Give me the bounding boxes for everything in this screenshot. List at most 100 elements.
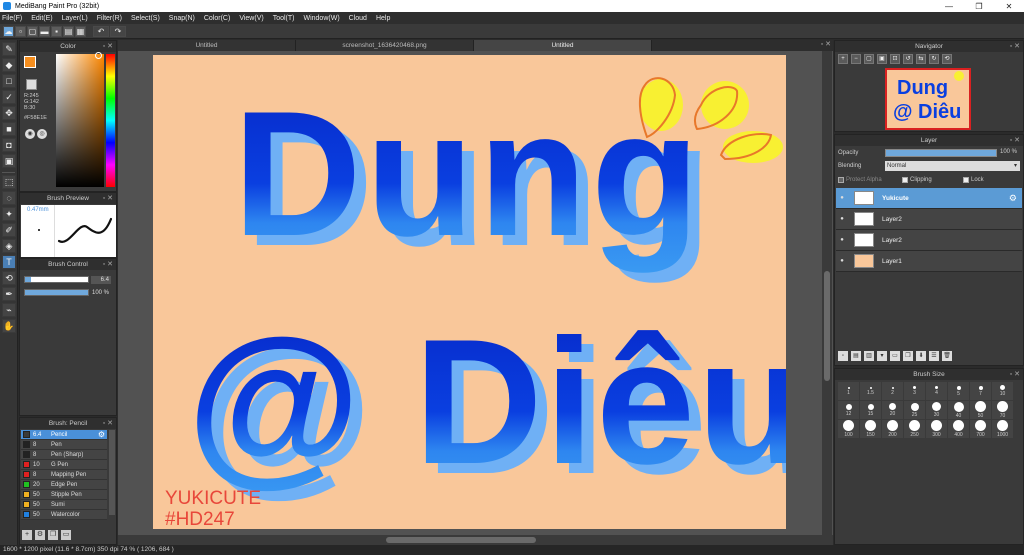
gear-icon[interactable]: ⚙ [98, 430, 105, 439]
tab-options-icon[interactable]: ▫ ✕ [821, 40, 831, 48]
flip-icon[interactable]: ⇆ [916, 54, 926, 64]
menu-window[interactable]: Window(W) [303, 15, 339, 22]
brush-size-option[interactable]: 2 [882, 382, 903, 400]
share-icon[interactable]: ▦ [75, 25, 86, 37]
clipping-checkbox[interactable]: Clipping [902, 177, 932, 183]
brush-size-value[interactable]: 6.4 [91, 276, 111, 284]
lock-checkbox[interactable]: Lock [963, 177, 984, 183]
hand-tool-icon[interactable]: ✋ [2, 319, 16, 333]
brush-tool-icon[interactable]: ✎ [2, 42, 16, 56]
brush-size-option[interactable]: 25 [904, 401, 925, 419]
menu-edit[interactable]: Edit(E) [31, 15, 52, 22]
operation-tool-icon[interactable]: ⟲ [2, 271, 16, 285]
brush-list-scrollbar[interactable] [109, 430, 115, 515]
select-eraser-icon[interactable]: ◈ [2, 239, 16, 253]
panel-options-icon[interactable]: ▫ ✕ [103, 41, 113, 52]
layer-folder-icon[interactable]: ▭ [890, 351, 900, 361]
panel-options-icon[interactable]: ▫ ✕ [103, 193, 113, 204]
panel-options-icon[interactable]: ▫ ✕ [103, 418, 113, 429]
layer-opacity-slider[interactable] [885, 149, 997, 157]
maximize-button[interactable]: ❐ [964, 2, 994, 11]
rotate-left-icon[interactable]: ↺ [903, 54, 913, 64]
menu-help[interactable]: Help [376, 15, 390, 22]
eye-icon[interactable]: ● [836, 258, 848, 264]
brush-size-option[interactable]: 50 [970, 401, 991, 419]
tab-untitled-1[interactable]: Untitled [118, 40, 296, 51]
redo-icon[interactable]: ↷ [110, 25, 126, 37]
brush-size-option[interactable]: 3 [904, 382, 925, 400]
move-tool-icon[interactable]: ✥ [2, 106, 16, 120]
eraser-tool-icon[interactable]: ◆ [2, 58, 16, 72]
zoom-out-icon[interactable]: − [851, 54, 861, 64]
marquee-tool-icon[interactable]: ⬚ [2, 175, 16, 189]
layer-settings-icon[interactable]: ☰ [929, 351, 939, 361]
brush-size-option[interactable]: 15 [860, 401, 881, 419]
brush-item[interactable]: 6.4 Pencil ⚙ [21, 430, 107, 440]
zoom-region-icon[interactable]: ⊡ [890, 54, 900, 64]
brush-size-option[interactable]: 20 [882, 401, 903, 419]
eye-icon[interactable]: ● [836, 216, 848, 222]
zoom-in-icon[interactable]: + [838, 54, 848, 64]
color-wheel-icon[interactable]: ◎ [37, 129, 47, 139]
menu-snap[interactable]: Snap(N) [169, 15, 195, 22]
cloud-icon[interactable]: ☁ [3, 25, 14, 37]
brush-size-option[interactable]: 200 [882, 420, 903, 438]
layer-row[interactable]: ● Layer1 [836, 251, 1022, 272]
menu-tool[interactable]: Tool(T) [273, 15, 295, 22]
brush-size-option[interactable]: 700 [970, 420, 991, 438]
add-brush-icon[interactable]: + [22, 530, 32, 540]
new-layer-icon[interactable]: ▫ [838, 351, 848, 361]
add-layer-menu-icon[interactable]: ▾ [877, 351, 887, 361]
palette-icon[interactable]: ◉ [25, 129, 35, 139]
brush-item[interactable]: 10 G Pen [21, 460, 107, 470]
lasso-tool-icon[interactable]: ◌ [2, 191, 16, 205]
brush-size-option[interactable]: 5 [948, 382, 969, 400]
tab-screenshot[interactable]: screenshot_1636420468.png [296, 40, 474, 51]
minimize-button[interactable]: — [934, 2, 964, 11]
brush-item[interactable]: 50 Sumi [21, 500, 107, 510]
brush-opacity-slider[interactable] [24, 289, 89, 296]
layer-row[interactable]: ● Yukicute ⚙ [836, 188, 1022, 209]
open-icon[interactable]: ▢ [27, 25, 38, 37]
menu-color[interactable]: Color(C) [204, 15, 230, 22]
dropper-icon[interactable]: ⌁ [2, 303, 16, 317]
new-halftone-layer-icon[interactable]: ▤ [851, 351, 861, 361]
panel-options-icon[interactable]: ▫ ✕ [1010, 41, 1020, 52]
gear-icon[interactable]: ⚙ [1009, 193, 1017, 204]
panel-options-icon[interactable]: ▫ ✕ [1010, 369, 1020, 380]
export-icon[interactable]: ▤ [63, 25, 74, 37]
new-8bit-layer-icon[interactable]: ▥ [864, 351, 874, 361]
bucket-tool-icon[interactable]: ◘ [2, 138, 16, 152]
new-file-icon[interactable]: ▫ [15, 25, 26, 37]
reset-rotation-icon[interactable]: ⟲ [942, 54, 952, 64]
tab-untitled-2[interactable]: Untitled [474, 40, 652, 51]
menu-layer[interactable]: Layer(L) [62, 15, 88, 22]
brush-item[interactable]: 50 Watercolor [21, 510, 107, 520]
select-check-icon[interactable]: ✓ [2, 90, 16, 104]
brush-settings-icon[interactable]: ⚙ [35, 530, 45, 540]
menu-filter[interactable]: Filter(R) [97, 15, 122, 22]
brush-size-option[interactable]: 40 [948, 401, 969, 419]
brush-size-option[interactable]: 7 [970, 382, 991, 400]
blending-select[interactable]: Normal ▾ [885, 161, 1020, 171]
menu-select[interactable]: Select(S) [131, 15, 160, 22]
horizontal-scrollbar[interactable] [118, 535, 833, 545]
shape-tool-icon[interactable]: □ [2, 74, 16, 88]
rotate-right-icon[interactable]: ↻ [929, 54, 939, 64]
layer-row[interactable]: ● Layer2 [836, 209, 1022, 230]
brush-size-option[interactable]: 10 [992, 382, 1013, 400]
brush-size-option[interactable]: 1 [838, 382, 859, 400]
brush-size-option[interactable]: 1000 [992, 420, 1013, 438]
delete-layer-icon[interactable]: 🗑 [942, 351, 952, 361]
eyedropper-icon[interactable]: ✒ [2, 287, 16, 301]
gradient-tool-icon[interactable]: ▣ [2, 154, 16, 168]
brush-size-option[interactable]: 400 [948, 420, 969, 438]
hue-slider[interactable] [106, 54, 115, 187]
eye-icon[interactable]: ● [836, 195, 848, 201]
foreground-color-swatch[interactable] [24, 56, 36, 68]
brush-folder-icon[interactable]: ▭ [61, 530, 71, 540]
text-tool-icon[interactable]: T [2, 255, 16, 269]
menu-file[interactable]: File(F) [2, 15, 22, 22]
eye-icon[interactable]: ● [836, 237, 848, 243]
brush-size-option[interactable]: 100 [838, 420, 859, 438]
